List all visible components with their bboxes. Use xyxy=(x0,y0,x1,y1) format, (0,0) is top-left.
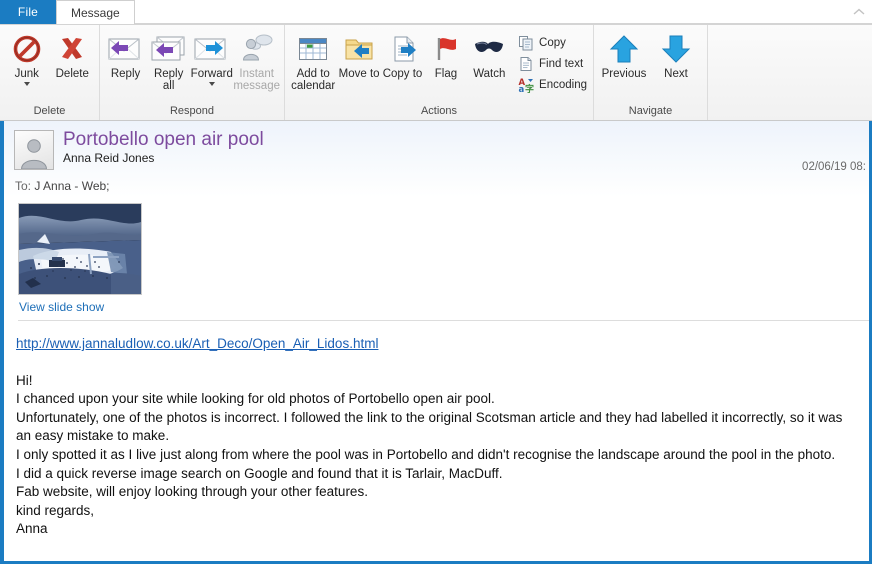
to-label: To: xyxy=(15,179,32,193)
junk-label: Junk xyxy=(14,68,39,80)
ribbon: Junk Delete Delete Reply Reply all Forwa… xyxy=(0,25,872,121)
copy-document-icon xyxy=(387,32,419,66)
junk-button[interactable]: Junk xyxy=(4,28,50,86)
junk-dropdown-caret[interactable] xyxy=(23,82,30,86)
watch-button[interactable]: Watch xyxy=(468,28,511,80)
svg-text:a: a xyxy=(518,85,524,93)
forward-envelope-icon xyxy=(192,32,232,66)
ribbon-group-respond: Reply Reply all Forward Instant message … xyxy=(100,25,285,120)
arrow-down-icon xyxy=(660,32,692,66)
page-title: Portobello open air pool xyxy=(63,129,264,150)
tab-file-label: File xyxy=(17,5,39,19)
view-slide-show-link[interactable]: View slide show xyxy=(19,300,869,314)
calendar-icon xyxy=(297,32,329,66)
delete-label: Delete xyxy=(55,68,89,80)
reply-all-button[interactable]: Reply all xyxy=(147,28,190,92)
body-line: Hi! xyxy=(16,372,33,388)
copy-menu-label: Copy xyxy=(539,36,566,49)
folder-move-icon xyxy=(343,32,375,66)
tab-message-label: Message xyxy=(71,5,120,20)
reply-label: Reply xyxy=(110,68,141,80)
tab-strip-filler xyxy=(134,0,872,24)
next-label: Next xyxy=(664,68,688,80)
aerial-photo-open-air-pool-image xyxy=(19,204,141,294)
body-line: kind regards, xyxy=(16,502,95,518)
copy-icon xyxy=(517,34,534,51)
forward-dropdown-caret[interactable] xyxy=(208,82,215,86)
copy-menu-item[interactable]: Copy xyxy=(517,32,587,53)
move-to-button[interactable]: Move to xyxy=(337,28,380,80)
red-x-icon xyxy=(57,32,87,66)
tab-file[interactable]: File xyxy=(0,0,56,24)
recipients-line: To: J Anna - Web; xyxy=(15,179,859,193)
actions-menu-list: Copy Find text A a 字 Encoding xyxy=(511,28,589,95)
flag-button[interactable]: Flag xyxy=(424,28,467,80)
ribbon-tab-strip: File Message xyxy=(0,0,872,25)
copy-to-button[interactable]: Copy to xyxy=(381,28,424,80)
ribbon-group-delete-label: Delete xyxy=(33,105,66,117)
previous-button[interactable]: Previous xyxy=(598,28,650,80)
attachment-thumbnail[interactable] xyxy=(18,203,142,295)
body-line: I chanced upon your site while looking f… xyxy=(16,391,495,407)
body-url-link[interactable]: http://www.jannaludlow.co.uk/Art_Deco/Op… xyxy=(16,335,378,354)
instant-message-button[interactable]: Instant message xyxy=(233,28,280,92)
add-to-calendar-label: Add to calendar xyxy=(291,68,336,92)
attachment-area: View slide show xyxy=(4,197,869,325)
flag-label: Flag xyxy=(434,68,458,80)
copy-to-label: Copy to xyxy=(382,68,423,80)
reply-all-label: Reply all xyxy=(153,68,184,92)
ribbon-group-delete: Junk Delete Delete xyxy=(0,25,100,120)
red-flag-icon xyxy=(431,32,461,66)
arrow-up-icon xyxy=(608,32,640,66)
to-value[interactable]: J Anna - Web; xyxy=(34,179,109,193)
reading-pane: Portobello open air pool Anna Reid Jones… xyxy=(0,121,872,564)
instant-message-icon xyxy=(240,32,274,66)
message-body: http://www.jannaludlow.co.uk/Art_Deco/Op… xyxy=(4,325,869,539)
encoding-menu-label: Encoding xyxy=(539,78,587,91)
delete-button[interactable]: Delete xyxy=(50,28,96,80)
ribbon-filler xyxy=(708,25,872,120)
outlook-message-window: File Message Junk Delete Delete Reply Re… xyxy=(0,0,872,564)
ribbon-group-respond-label: Respond xyxy=(169,105,215,117)
ribbon-group-navigate: Previous Next Navigate xyxy=(594,25,708,120)
reply-envelope-icon xyxy=(106,32,146,66)
sunglasses-icon xyxy=(472,32,506,66)
reply-button[interactable]: Reply xyxy=(104,28,147,80)
body-line: Unfortunately, one of the photos is inco… xyxy=(16,409,847,444)
forward-button[interactable]: Forward xyxy=(190,28,233,86)
find-text-menu-label: Find text xyxy=(539,57,584,70)
body-line: I did a quick reverse image search on Go… xyxy=(16,465,503,481)
encoding-icon: A a 字 xyxy=(517,76,534,93)
no-entry-icon xyxy=(12,32,42,66)
chevron-up-icon[interactable] xyxy=(852,5,866,19)
forward-label: Forward xyxy=(190,68,233,80)
next-button[interactable]: Next xyxy=(650,28,702,80)
contact-person-icon xyxy=(14,130,54,170)
document-icon xyxy=(517,55,534,72)
add-to-calendar-button[interactable]: Add to calendar xyxy=(289,28,337,92)
watch-label: Watch xyxy=(473,68,506,80)
move-to-label: Move to xyxy=(338,68,380,80)
ribbon-group-navigate-label: Navigate xyxy=(628,105,673,117)
reply-all-envelope-icon xyxy=(149,32,189,66)
message-timestamp: 02/06/19 08: xyxy=(802,161,866,173)
tab-message[interactable]: Message xyxy=(56,0,135,24)
ribbon-group-actions: Add to calendar Move to Copy to Flag Wat… xyxy=(285,25,594,120)
svg-text:字: 字 xyxy=(525,83,534,93)
body-line: Anna xyxy=(16,521,48,537)
instant-message-label: Instant message xyxy=(233,68,280,92)
body-line: Fab website, will enjoy looking through … xyxy=(16,484,368,500)
sender-name: Anna Reid Jones xyxy=(63,151,155,165)
previous-label: Previous xyxy=(601,68,647,80)
encoding-menu-item[interactable]: A a 字 Encoding xyxy=(517,74,587,95)
attachment-separator xyxy=(18,320,869,321)
message-header: Portobello open air pool Anna Reid Jones… xyxy=(4,121,869,197)
body-line: I only spotted it as I live just along f… xyxy=(16,446,836,462)
find-text-menu-item[interactable]: Find text xyxy=(517,53,587,74)
ribbon-group-actions-label: Actions xyxy=(420,105,458,117)
